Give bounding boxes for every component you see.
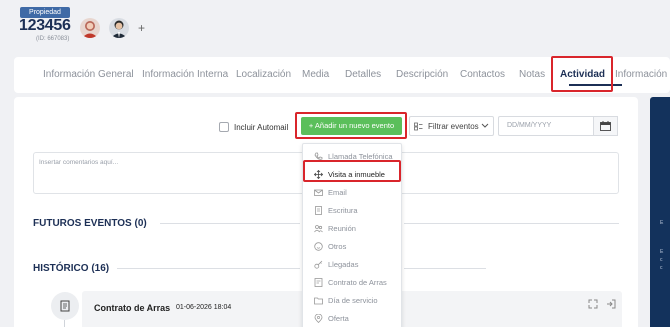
- folder-icon: [313, 295, 323, 305]
- calendar-button[interactable]: [594, 116, 618, 136]
- tab-informacion-interna[interactable]: Información Interna: [142, 69, 228, 80]
- tab-media[interactable]: Media: [302, 69, 329, 80]
- phone-icon: [313, 151, 323, 161]
- menu-item-otros[interactable]: Otros: [303, 238, 403, 254]
- divider: [404, 268, 486, 269]
- timeline-node: [51, 292, 79, 320]
- history-heading: HISTÓRICO (16): [33, 263, 110, 274]
- email-icon: [313, 187, 323, 197]
- add-event-button[interactable]: + Añadir un nuevo evento: [301, 117, 402, 135]
- menu-item-escritura[interactable]: Escritura: [303, 202, 403, 218]
- move-icon: [313, 169, 323, 179]
- active-tab-indicator: [569, 84, 622, 86]
- include-automail-toggle[interactable]: Incluir Automail: [219, 122, 288, 132]
- add-agent-button[interactable]: +: [138, 21, 145, 35]
- location-icon: [313, 313, 323, 323]
- logout-icon[interactable]: [606, 299, 616, 309]
- date-input[interactable]: DD/MM/YYYY: [498, 116, 594, 136]
- key-icon: [313, 259, 323, 269]
- tab-contactos[interactable]: Contactos: [460, 69, 505, 80]
- menu-item-visita[interactable]: Visita a inmueble: [303, 166, 403, 182]
- include-automail-checkbox[interactable]: [219, 122, 229, 132]
- add-event-label: Añadir un nuevo evento: [314, 121, 395, 130]
- tab-actividad[interactable]: Actividad: [560, 69, 605, 80]
- menu-item-dia-servicio[interactable]: Día de servicio: [303, 292, 403, 308]
- property-internal-id: (ID: 667083): [36, 36, 70, 42]
- expand-icon[interactable]: [588, 299, 598, 309]
- tab-descripcion[interactable]: Descripción: [396, 69, 448, 80]
- divider: [117, 268, 300, 269]
- calendar-icon: [600, 121, 611, 131]
- timeline-connector: [64, 320, 65, 327]
- contract-icon: [313, 277, 323, 287]
- menu-item-llegadas[interactable]: Llegadas: [303, 256, 403, 272]
- tab-notas[interactable]: Notas: [519, 69, 545, 80]
- menu-item-llamada[interactable]: Llamada Telefónica: [303, 148, 403, 164]
- people-icon: [313, 223, 323, 233]
- side-info-panel: E E c c: [650, 97, 670, 327]
- menu-item-reunion[interactable]: Reunión: [303, 220, 403, 236]
- plus-icon: +: [308, 121, 314, 130]
- menu-item-oferta[interactable]: Oferta: [303, 310, 403, 326]
- contract-icon: [59, 300, 71, 312]
- tab-detalles[interactable]: Detalles: [345, 69, 381, 80]
- chevron-down-icon: [481, 119, 489, 133]
- event-title: Contrato de Arras: [94, 303, 171, 313]
- tab-informacion[interactable]: Información: [615, 69, 667, 80]
- document-icon: [313, 205, 323, 215]
- future-events-heading: FUTUROS EVENTOS (0): [33, 218, 147, 229]
- event-date: 01-06-2026 18:04: [176, 304, 232, 311]
- filter-events-label: Filtrar eventos: [428, 121, 479, 131]
- tab-bar: Información General Información Interna …: [14, 57, 670, 93]
- menu-item-email[interactable]: Email: [303, 184, 403, 200]
- include-automail-label: Incluir Automail: [234, 122, 289, 132]
- tab-informacion-general[interactable]: Información General: [43, 69, 134, 80]
- agent-avatar-male[interactable]: [109, 18, 129, 38]
- filter-icon: [414, 122, 423, 131]
- smile-icon: [313, 241, 323, 251]
- divider: [160, 223, 300, 224]
- property-reference: 123456: [19, 17, 71, 34]
- filter-events-dropdown[interactable]: Filtrar eventos: [409, 116, 494, 136]
- agent-avatar-female[interactable]: [80, 18, 100, 38]
- menu-item-contrato-arras[interactable]: Contrato de Arras: [303, 274, 403, 290]
- tab-localizacion[interactable]: Localización: [236, 69, 291, 80]
- event-type-menu: Llamada Telefónica Visita a inmueble Ema…: [302, 143, 402, 327]
- divider: [404, 223, 619, 224]
